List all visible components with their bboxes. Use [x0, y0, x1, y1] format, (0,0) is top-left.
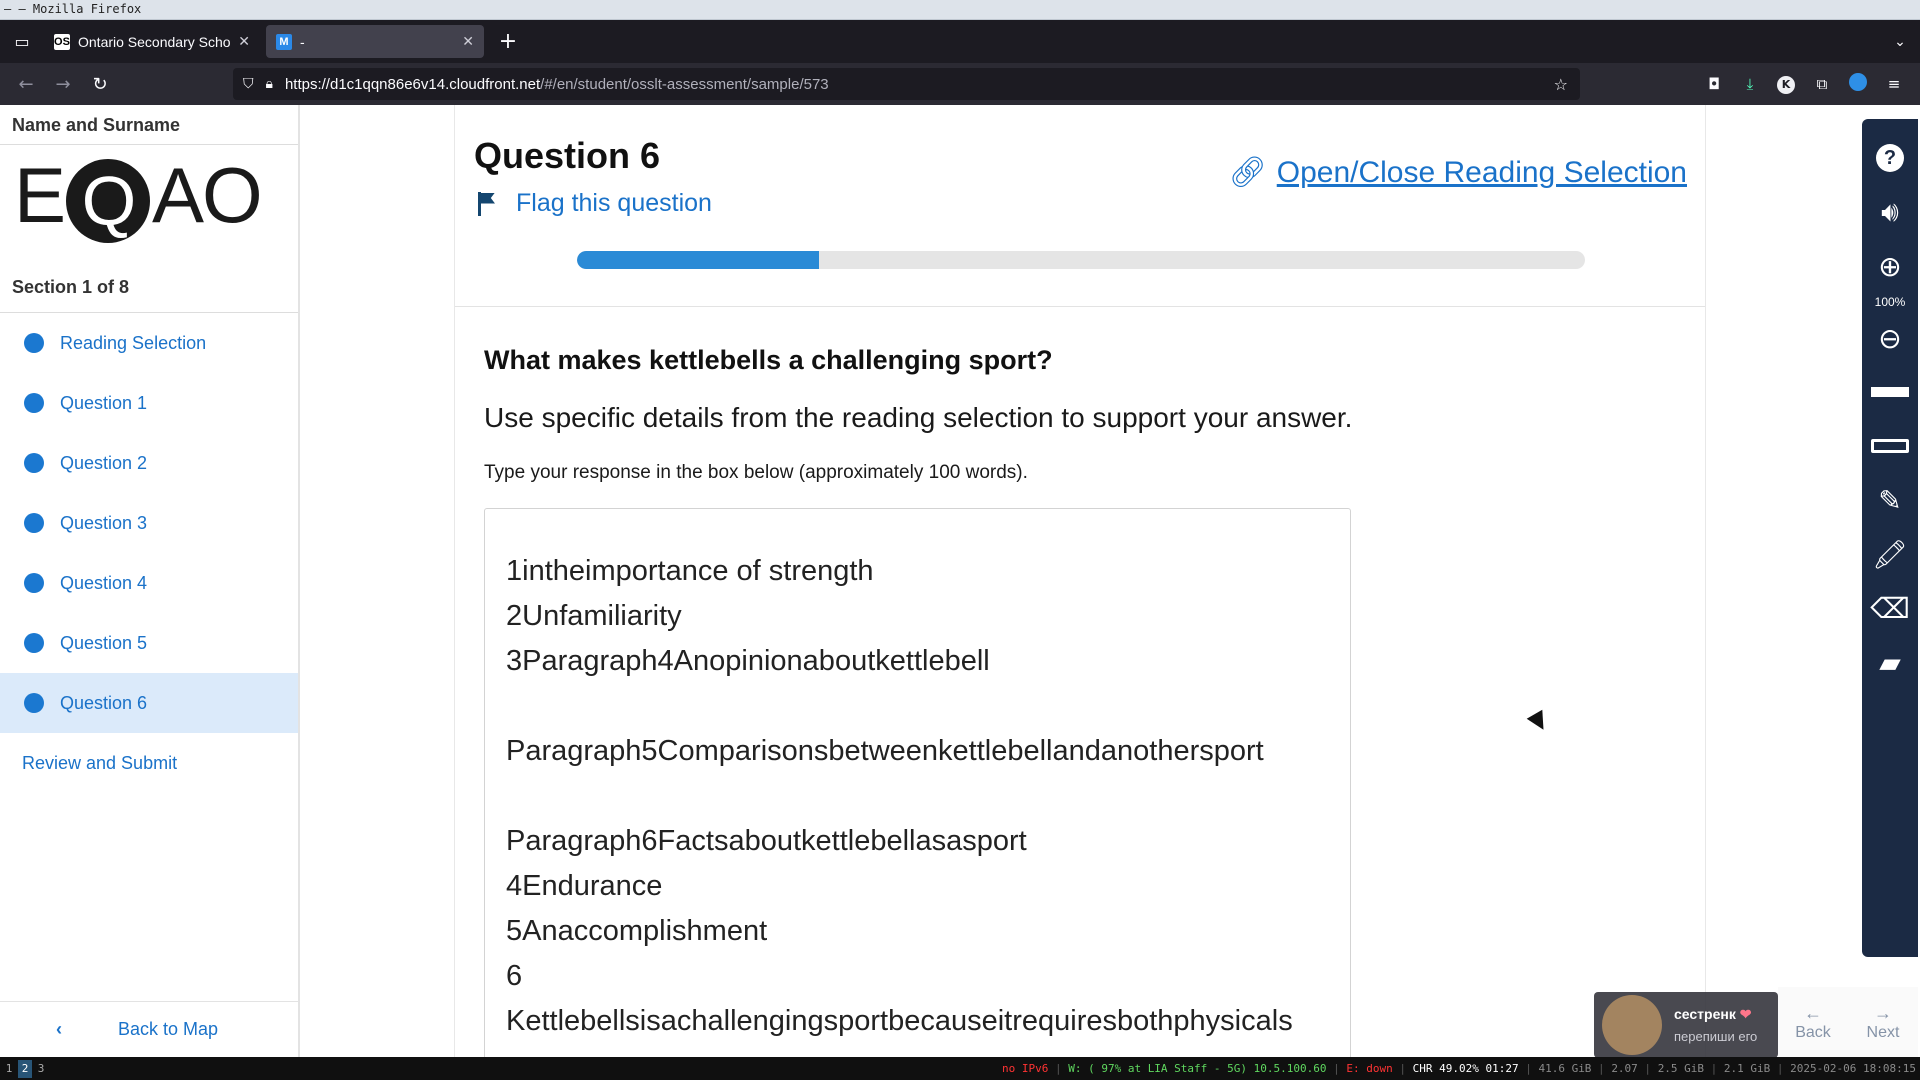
line-reader-icon[interactable]	[1867, 369, 1913, 415]
section-indicator: Section 1 of 8	[0, 261, 298, 313]
progress-bar	[577, 251, 1585, 269]
zoom-out-icon[interactable]: ⊖	[1867, 315, 1913, 361]
progress-fill	[577, 251, 819, 269]
flag-question-button[interactable]: Flag this question	[476, 189, 712, 218]
notification-name: сестренк	[1674, 1006, 1736, 1022]
question-title: Question 6	[474, 135, 661, 176]
sidebar-item-question-5[interactable]: Question 5	[0, 613, 298, 673]
url-bar[interactable]: ⛉ 🔒︎ https://d1c1qqn86e6v14.cloudfront.n…	[233, 68, 1580, 100]
extension-blue-icon[interactable]	[1840, 73, 1876, 95]
sidebar-item-question-2[interactable]: Question 2	[0, 433, 298, 493]
question-prompt: What makes kettlebells a challenging spo…	[484, 345, 1053, 375]
list-tabs-icon[interactable]: ⌄	[1880, 34, 1920, 50]
toolbar-right: ◘ ⤓ K ⧉ ≡	[1696, 63, 1912, 105]
tab-active[interactable]: M - ✕	[266, 25, 484, 58]
heart-icon: ❤	[1739, 1006, 1752, 1022]
sidebar-item-question-3[interactable]: Question 3	[0, 493, 298, 553]
menu-icon[interactable]: ≡	[1876, 75, 1912, 93]
open-close-reading-selection-link[interactable]: 🔗︎ Open/Close Reading Selection	[1229, 155, 1687, 190]
url-text[interactable]: https://d1c1qqn86e6v14.cloudfront.net/#/…	[285, 76, 829, 93]
nav-bar: ← → ↻ ⛉ 🔒︎ https://d1c1qqn86e6v14.cloudf…	[0, 63, 1920, 105]
tab-favicon: M	[276, 33, 292, 50]
download-icon[interactable]: ⤓	[1732, 75, 1768, 93]
status-dot	[24, 453, 44, 473]
chevron-left-icon: ‹	[56, 1019, 62, 1039]
forward-icon[interactable]: →	[45, 68, 81, 100]
window-title: – – Mozilla Firefox	[0, 0, 1920, 20]
status-dot	[24, 693, 44, 713]
link-icon: 🔗︎	[1228, 156, 1267, 189]
flag-icon	[476, 191, 496, 216]
tab-favicon: OS	[54, 33, 70, 50]
review-and-submit-link[interactable]: Review and Submit	[0, 733, 298, 793]
zoom-in-icon[interactable]: ⊕	[1867, 243, 1913, 289]
zoom-level: 100%	[1874, 295, 1906, 309]
question-instruction: Use specific details from the reading se…	[484, 402, 1353, 433]
arrow-left-icon: ←	[1804, 1002, 1822, 1023]
back-icon[interactable]: ←	[8, 68, 44, 100]
system-status-bar: 1 2 3 no IPv6 | W: ( 97% at LIA Staff - …	[0, 1057, 1920, 1080]
question-header: Question 6 Flag this question 🔗︎ Open/Cl…	[455, 105, 1705, 307]
question-body: What makes kettlebells a challenging spo…	[455, 345, 1705, 1057]
sidebar-item-question-4[interactable]: Question 4	[0, 553, 298, 613]
status-dot	[24, 333, 44, 353]
notification-subtitle: перепиши его	[1674, 1029, 1758, 1044]
shield-icon[interactable]: ⛉	[243, 76, 254, 92]
tab-title: Ontario Secondary School	[78, 33, 231, 50]
sidebar-item-question-6[interactable]: Question 6	[0, 673, 298, 733]
avatar	[1602, 995, 1662, 1055]
status-dot	[24, 633, 44, 653]
sidebar-item-reading-selection[interactable]: Reading Selection	[0, 313, 298, 373]
student-name: Name and Surname	[0, 105, 298, 145]
workspace-2[interactable]: 2	[18, 1059, 32, 1078]
sidebar-item-question-1[interactable]: Question 1	[0, 373, 298, 433]
status-dot	[24, 393, 44, 413]
tab-title: -	[300, 33, 305, 50]
lock-icon[interactable]: 🔒︎	[266, 76, 273, 92]
response-hint: Type your response in the box below (app…	[484, 462, 1028, 483]
back-button[interactable]: ← Back	[1778, 987, 1848, 1057]
reload-icon[interactable]: ↻	[82, 68, 118, 100]
page-viewport: Name and Surname E Q AO Section 1 of 8 R…	[0, 105, 1920, 1057]
help-icon[interactable]: ?	[1867, 135, 1913, 181]
arrow-right-icon: →	[1874, 1002, 1892, 1023]
extensions-icon[interactable]: ⧉	[1804, 75, 1840, 93]
status-dot	[24, 513, 44, 533]
notification-popup[interactable]: сестренк ❤ перепиши его	[1594, 992, 1778, 1057]
question-panel: Question 6 Flag this question 🔗︎ Open/Cl…	[454, 105, 1706, 1057]
close-tab-icon[interactable]: ✕	[238, 33, 250, 50]
notepad-icon[interactable]: ✎	[1867, 477, 1913, 523]
accessibility-toolbar: ? 🔊︎ ⊕ 100% ⊖ ✎ 🖍︎ ⌫ ▰	[1862, 119, 1918, 957]
tab-bar: ▭ OS Ontario Secondary School ✕ M - ✕ + …	[0, 20, 1920, 63]
account-icon[interactable]: K	[1768, 74, 1804, 94]
status-info: no IPv6 | W: ( 97% at LIA Staff - 5G) 10…	[1001, 1062, 1916, 1075]
sidebar: Name and Surname E Q AO Section 1 of 8 R…	[0, 105, 300, 1057]
response-textbox[interactable]: 1intheimportance of strength 2Unfamiliar…	[484, 508, 1351, 1057]
highlighter-icon[interactable]: 🖍︎	[1867, 531, 1913, 577]
next-button[interactable]: → Next	[1848, 987, 1918, 1057]
back-to-map-button[interactable]: ‹ Back to Map	[0, 1001, 298, 1057]
new-tab-icon[interactable]: +	[490, 29, 526, 54]
contrast-icon[interactable]	[1867, 423, 1913, 469]
bookmark-star-icon[interactable]: ☆	[1554, 75, 1568, 94]
close-tab-icon[interactable]: ✕	[462, 33, 474, 50]
sticky-note-icon[interactable]: ▰	[1867, 639, 1913, 685]
eqao-logo: E Q AO	[0, 145, 298, 245]
text-to-speech-icon[interactable]: 🔊︎	[1867, 189, 1913, 235]
question-nav: ← Back → Next	[1778, 987, 1918, 1057]
tab-list-icon[interactable]: ▭	[0, 20, 44, 63]
status-dot	[24, 573, 44, 593]
eraser-icon[interactable]: ⌫	[1867, 585, 1913, 631]
tab-osslt[interactable]: OS Ontario Secondary School ✕	[44, 25, 260, 58]
workspace-3[interactable]: 3	[34, 1060, 48, 1078]
pocket-icon[interactable]: ◘	[1696, 75, 1732, 93]
workspace-1[interactable]: 1	[2, 1060, 16, 1078]
